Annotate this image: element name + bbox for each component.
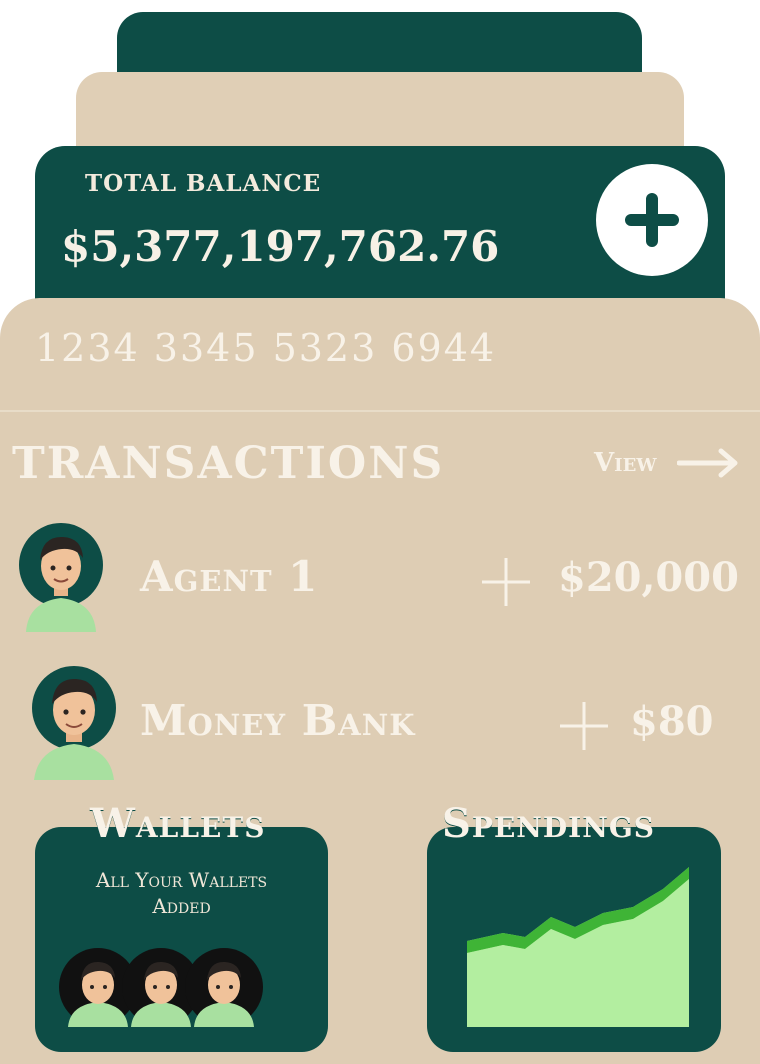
avatar-icon: [19, 523, 103, 632]
transaction-row[interactable]: Money Bank $80: [0, 664, 760, 784]
spendings-widget[interactable]: [427, 827, 721, 1052]
transaction-amount: $20,000: [558, 554, 739, 601]
view-transactions-link[interactable]: View: [594, 448, 739, 478]
card-number: 1234 3345 5323 6944: [35, 326, 497, 370]
wallet-avatars: [58, 947, 308, 1035]
transaction-row[interactable]: Agent 1 $20,000: [0, 520, 760, 640]
wallets-subtitle-line1: All Your Wallets: [95, 868, 268, 892]
area-chart-icon: [467, 867, 689, 1027]
add-button[interactable]: [596, 164, 708, 276]
wallets-widget[interactable]: All Your Wallets Added: [35, 827, 328, 1052]
spendings-title: Spendings: [442, 800, 655, 847]
plus-icon: [625, 193, 679, 247]
plus-icon: [560, 702, 608, 750]
arrow-right-icon: [676, 448, 738, 478]
total-balance-amount: $5,377,197,762.76: [61, 222, 500, 271]
wallets-title: Wallets: [90, 800, 266, 847]
divider: [0, 410, 760, 412]
avatar-icon: [32, 666, 116, 780]
total-balance-label: TOTAL BALANCE: [85, 170, 322, 197]
transactions-title: TRANSACTIONS: [12, 438, 445, 489]
view-label: View: [594, 448, 657, 478]
avatar-icon: [185, 948, 263, 1027]
transaction-name: Agent 1: [140, 552, 319, 601]
wallets-subtitle: All Your Wallets Added: [35, 867, 328, 919]
wallets-subtitle-line2: Added: [152, 894, 211, 918]
plus-icon: [482, 558, 530, 606]
transaction-amount: $80: [630, 698, 714, 745]
transaction-name: Money Bank: [140, 696, 416, 745]
